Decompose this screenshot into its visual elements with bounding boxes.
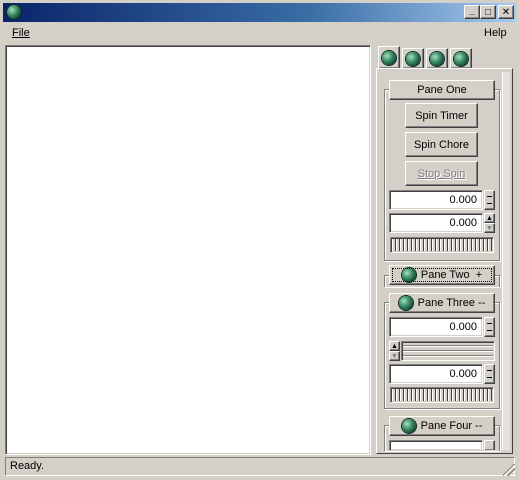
pane-three-spin-up[interactable]: ▲ xyxy=(389,341,400,351)
stop-spin-label: Stop Spin xyxy=(417,167,466,180)
close-icon: ✕ xyxy=(501,6,511,18)
spin-chore-label: Spin Chore xyxy=(413,138,470,151)
pane-three-spin-down[interactable]: ▼ xyxy=(389,351,400,361)
size-grip-icon[interactable] xyxy=(503,464,515,476)
tab-4[interactable] xyxy=(450,48,472,68)
gem-icon xyxy=(454,51,468,66)
status-text: Ready. xyxy=(10,460,45,472)
tab-1[interactable] xyxy=(378,46,400,68)
spinner-lines-icon xyxy=(487,196,492,204)
stop-spin-button[interactable]: Stop Spin xyxy=(405,161,478,186)
pane-three-value-2-spinner[interactable] xyxy=(484,364,495,384)
pane-four-label: Pane Four -- xyxy=(420,420,483,432)
gem-icon xyxy=(398,296,413,310)
app-gem-icon xyxy=(7,5,21,19)
maximize-icon: □ xyxy=(484,6,492,18)
title-bar[interactable]: _ □ ✕ xyxy=(3,3,516,22)
pane-three-slider[interactable] xyxy=(390,387,494,403)
pane-one-spin-down[interactable]: ▼ xyxy=(484,223,495,233)
arrow-down-icon: ▼ xyxy=(391,352,398,360)
menu-file-label: File xyxy=(12,27,30,39)
pane-one-value-1[interactable]: 0.000 xyxy=(389,190,483,210)
pane-one-slider[interactable] xyxy=(390,237,494,253)
spin-timer-label: Spin Timer xyxy=(415,109,468,122)
maximize-button[interactable]: □ xyxy=(480,5,496,19)
spin-chore-button[interactable]: Spin Chore xyxy=(405,132,478,157)
spinner-lines-icon xyxy=(487,370,492,378)
arrow-up-icon: ▲ xyxy=(391,342,398,350)
pane-one-header[interactable]: Pane One xyxy=(389,80,495,100)
pane-four-field[interactable] xyxy=(389,440,483,450)
pane-two-label: Pane Two + xyxy=(420,269,483,281)
pane-two-header[interactable]: Pane Two + xyxy=(389,265,495,285)
arrow-up-icon: ▲ xyxy=(486,214,493,222)
pane-three-value-1[interactable]: 0.000 xyxy=(389,317,483,337)
pane-three-header[interactable]: Pane Three -- xyxy=(389,293,495,313)
pane-three-value-2-text: 0.000 xyxy=(449,368,477,380)
minimize-icon: _ xyxy=(469,4,475,16)
gem-icon xyxy=(382,50,396,65)
close-button[interactable]: ✕ xyxy=(498,5,514,19)
gem-icon xyxy=(406,51,420,66)
main-canvas[interactable] xyxy=(5,45,371,455)
pane-four-header[interactable]: Pane Four -- xyxy=(389,416,495,436)
pane-one-label: Pane One xyxy=(417,84,467,96)
pane-three-value-1-text: 0.000 xyxy=(449,321,477,333)
pane-three-label: Pane Three -- xyxy=(417,297,486,309)
gem-icon xyxy=(430,51,444,66)
pane-one-value-1-text: 0.000 xyxy=(449,194,477,206)
menu-item-file[interactable]: File xyxy=(12,27,30,39)
gem-icon xyxy=(401,419,416,433)
pane-one-value-2-text: 0.000 xyxy=(449,217,477,229)
pane-three-value-1-spinner[interactable] xyxy=(484,317,495,337)
tab-3[interactable] xyxy=(426,48,448,68)
pane-one-value-1-spinner[interactable] xyxy=(484,190,495,210)
menu-item-help[interactable]: Help xyxy=(484,27,507,39)
spinner-lines-icon xyxy=(487,323,492,331)
status-bar: Ready. xyxy=(5,457,515,476)
minimize-button[interactable]: _ xyxy=(464,5,480,19)
gem-icon xyxy=(401,268,416,282)
scrollbar[interactable] xyxy=(502,72,510,450)
arrow-down-icon: ▼ xyxy=(486,224,493,232)
menu-help-label: Help xyxy=(484,27,507,39)
pane-three-value-2[interactable]: 0.000 xyxy=(389,364,483,384)
pane-one-value-2[interactable]: 0.000 xyxy=(389,213,483,233)
spin-timer-button[interactable]: Spin Timer xyxy=(405,103,478,128)
pane-three-track[interactable] xyxy=(401,341,495,361)
pane-four-spinner[interactable] xyxy=(484,440,495,450)
tab-2[interactable] xyxy=(402,48,424,68)
pane-one-spin-up[interactable]: ▲ xyxy=(484,213,495,223)
